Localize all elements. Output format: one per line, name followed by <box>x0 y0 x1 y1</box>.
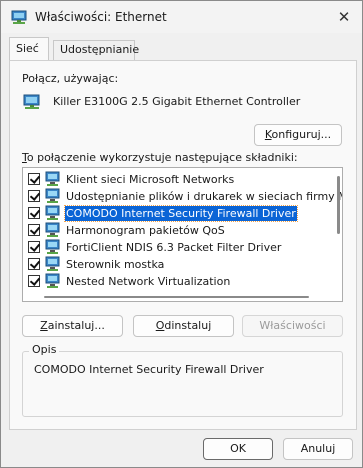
component-checkbox[interactable] <box>28 224 40 236</box>
network-client-icon <box>45 171 60 186</box>
uninstall-label: dinstaluj <box>164 319 212 332</box>
network-service-icon <box>45 205 60 220</box>
configure-button[interactable]: Konfiguruj... <box>254 124 342 146</box>
horizontal-scroll-thumb[interactable] <box>44 296 309 298</box>
component-checkbox[interactable] <box>28 258 40 270</box>
tab-strip: Sieć Udostępnianie <box>9 37 357 60</box>
component-checkbox[interactable] <box>28 275 40 287</box>
list-item[interactable]: COMODO Internet Security Firewall Driver <box>23 205 333 222</box>
component-label: FortiClient NDIS 6.3 Packet Filter Drive… <box>66 241 282 254</box>
component-label: Udostępnianie plików i drukarek w siecia… <box>66 190 343 203</box>
connect-using-label: Połącz, używając: <box>22 72 119 85</box>
components-list[interactable]: Klient sieci Microsoft Networks Udostępn… <box>22 167 343 302</box>
tab-network[interactable]: Sieć <box>9 37 49 60</box>
network-service-icon <box>45 222 60 237</box>
window-title: Właściwości: Ethernet <box>35 10 167 24</box>
vertical-scrollbar[interactable] <box>335 170 341 290</box>
tab-sharing[interactable]: Udostępnianie <box>53 40 139 60</box>
ok-button[interactable]: OK <box>203 438 273 460</box>
list-item[interactable]: Nested Network Virtualization <box>23 273 333 290</box>
component-checkbox[interactable] <box>28 190 40 202</box>
network-service-icon <box>45 239 60 254</box>
properties-dialog: Właściwości: Ethernet ✕ Sieć Udostępnian… <box>0 0 363 468</box>
components-label: To połączenie wykorzystuje następujące s… <box>22 151 298 164</box>
list-item[interactable]: FortiClient NDIS 6.3 Packet Filter Drive… <box>23 239 333 256</box>
component-checkbox[interactable] <box>28 173 40 185</box>
file-sharing-icon <box>45 188 60 203</box>
components-label-text: o połączenie wykorzystuje następujące sk… <box>26 151 298 164</box>
close-button[interactable]: ✕ <box>334 7 354 27</box>
description-text: COMODO Internet Security Firewall Driver <box>34 363 264 376</box>
install-accesskey: Z <box>40 319 48 332</box>
component-checkbox[interactable] <box>28 241 40 253</box>
network-adapter-icon <box>23 94 40 109</box>
list-item[interactable]: Sterownik mostka <box>23 256 333 273</box>
network-service-icon <box>45 273 60 288</box>
tab-network-label: Sieć <box>16 42 39 55</box>
description-title: Opis <box>29 343 60 356</box>
list-item[interactable]: Harmonogram pakietów QoS <box>23 222 333 239</box>
adapter-name: Killer E3100G 2.5 Gigabit Ethernet Contr… <box>53 95 301 108</box>
configure-label: onfiguruj... <box>271 128 332 141</box>
horizontal-scrollbar[interactable] <box>39 295 329 299</box>
configure-accesskey: K <box>264 128 272 141</box>
component-label: Sterownik mostka <box>66 258 165 271</box>
vertical-scroll-thumb[interactable] <box>337 176 340 234</box>
uninstall-button[interactable]: Odinstaluj <box>133 315 234 337</box>
properties-button[interactable]: Właściwości <box>242 315 343 337</box>
tab-sharing-label: Udostępnianie <box>60 43 140 56</box>
component-label: COMODO Internet Security Firewall Driver <box>64 205 298 222</box>
component-label: Klient sieci Microsoft Networks <box>66 173 235 186</box>
cancel-button[interactable]: Anuluj <box>283 438 353 460</box>
component-label: Harmonogram pakietów QoS <box>66 224 225 237</box>
network-adapter-icon <box>11 10 27 24</box>
install-button[interactable]: Zainstaluj... <box>22 315 123 337</box>
component-label: Nested Network Virtualization <box>66 275 231 288</box>
list-item[interactable]: Udostępnianie plików i drukarek w siecia… <box>23 188 342 205</box>
component-checkbox[interactable] <box>28 207 40 219</box>
install-label: ainstaluj... <box>47 319 105 332</box>
title-bar: Właściwości: Ethernet ✕ <box>1 1 362 33</box>
network-service-icon <box>45 256 60 271</box>
list-item[interactable]: Klient sieci Microsoft Networks <box>23 171 333 188</box>
description-group <box>22 351 343 417</box>
